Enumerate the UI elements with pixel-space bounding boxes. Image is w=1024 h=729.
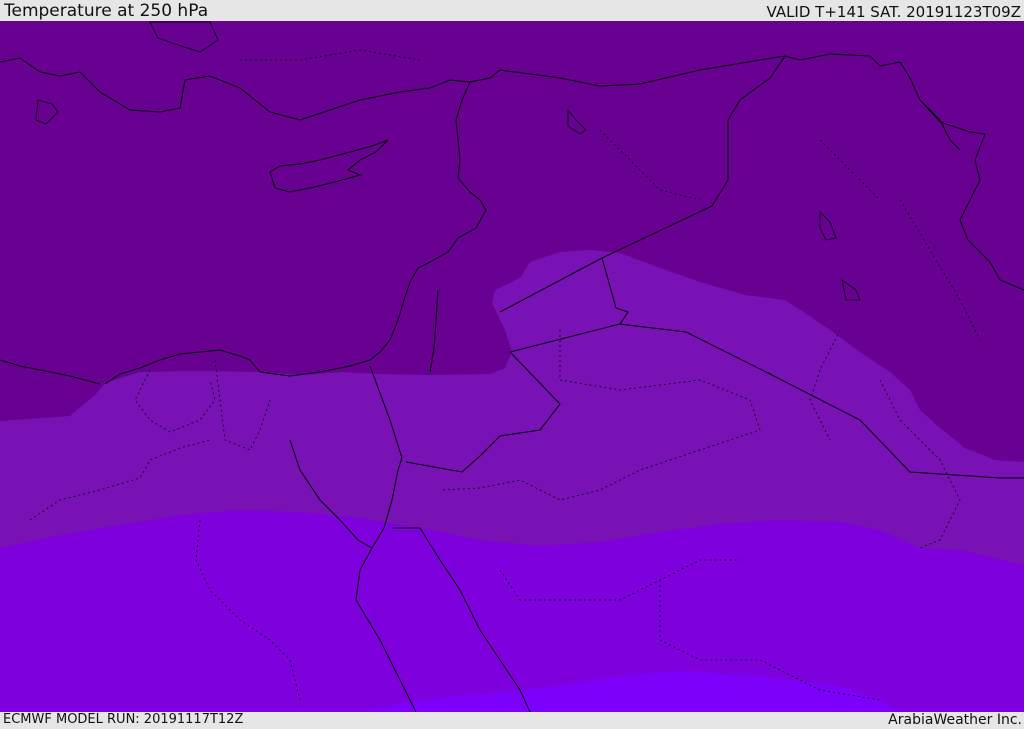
header-bar: Temperature at 250 hPa VALID T+141 SAT. …: [0, 0, 1024, 21]
weather-map: [0, 21, 1024, 712]
model-run: ECMWF MODEL RUN: 20191117T12Z: [3, 712, 244, 727]
map-canvas: [0, 21, 1024, 712]
map-title: Temperature at 250 hPa: [4, 1, 209, 21]
credit-text: ArabiaWeather Inc.: [888, 712, 1022, 728]
valid-time: VALID T+141 SAT. 20191123T09Z: [766, 3, 1021, 21]
footer-bar: ECMWF MODEL RUN: 20191117T12Z ArabiaWeat…: [0, 712, 1024, 729]
